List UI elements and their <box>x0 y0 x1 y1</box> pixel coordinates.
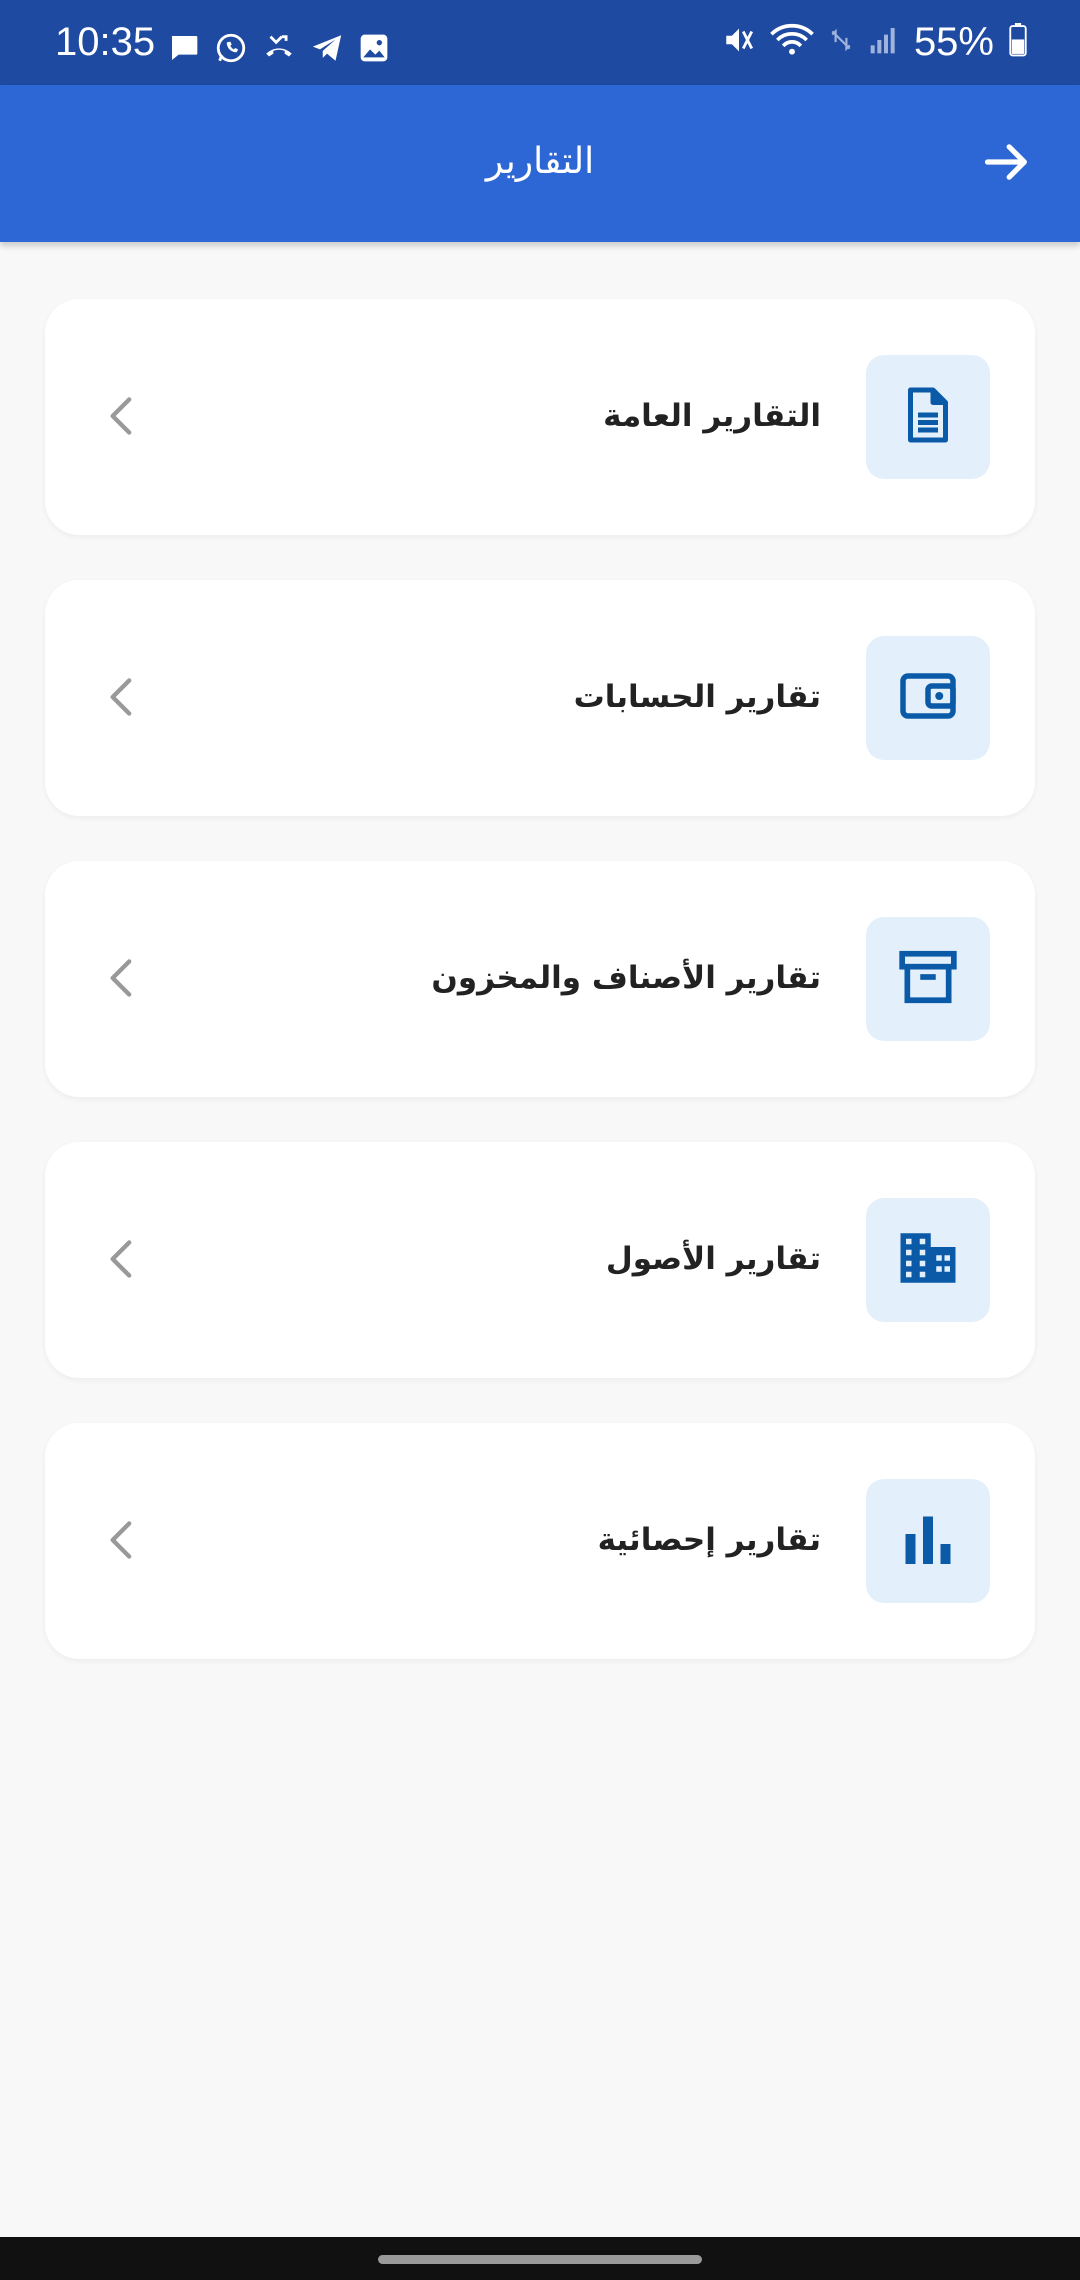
chevron-left-icon <box>95 1234 145 1284</box>
signal-icon <box>868 24 900 60</box>
menu-item-label: تقارير الحسابات <box>573 679 821 715</box>
notification-icons <box>168 30 390 70</box>
status-right: 55% <box>722 18 1028 66</box>
menu-item-icon-box <box>866 355 990 479</box>
gallery-icon <box>358 32 390 68</box>
whatsapp-icon <box>214 31 248 69</box>
menu-item-icon-box <box>866 636 990 760</box>
menu-item-label: تقارير الأصناف والمخزون <box>431 960 821 996</box>
message-icon <box>168 32 200 68</box>
telegram-icon <box>310 31 344 69</box>
wallet-icon <box>898 666 958 730</box>
menu-item-accounts-reports[interactable]: تقارير الحسابات <box>45 580 1035 816</box>
building-icon <box>895 1225 961 1295</box>
menu-item-general-reports[interactable]: التقارير العامة <box>45 299 1035 535</box>
chevron-left-icon <box>95 391 145 441</box>
missed-call-icon <box>262 31 296 69</box>
document-icon <box>898 385 958 449</box>
home-gesture-handle[interactable] <box>378 2255 702 2264</box>
bar-chart-icon <box>898 1509 958 1573</box>
archive-box-icon <box>897 946 959 1012</box>
menu-item-label: تقارير الأصول <box>605 1241 821 1277</box>
chevron-left-icon <box>95 672 145 722</box>
menu-item-icon-box <box>866 917 990 1041</box>
menu-item-icon-box <box>866 1198 990 1322</box>
chevron-left-icon <box>95 953 145 1003</box>
battery-percent: 55% <box>913 20 994 64</box>
mute-icon <box>722 23 756 61</box>
report-menu: التقارير العامة تقارير الحسابات تقارير ا… <box>45 299 1035 1704</box>
menu-item-label: التقارير العامة <box>603 398 821 434</box>
back-button[interactable] <box>972 129 1042 199</box>
menu-item-icon-box <box>866 1479 990 1603</box>
menu-item-assets-reports[interactable]: تقارير الأصول <box>45 1142 1035 1378</box>
battery-icon <box>1008 23 1028 61</box>
menu-item-label: تقارير إحصائية <box>597 1522 821 1558</box>
chevron-left-icon <box>95 1515 145 1565</box>
page-title: التقارير <box>485 141 595 182</box>
status-time: 10:35 <box>55 20 156 64</box>
data-off-icon <box>828 27 854 57</box>
app-bar: التقارير <box>0 85 1080 242</box>
menu-item-statistical-reports[interactable]: تقارير إحصائية <box>45 1423 1035 1659</box>
wifi-icon <box>770 22 814 62</box>
status-bar: 10:35 55% <box>0 0 1080 85</box>
menu-item-inventory-reports[interactable]: تقارير الأصناف والمخزون <box>45 861 1035 1097</box>
system-nav-bar <box>0 2237 1080 2280</box>
arrow-right-icon <box>981 136 1033 192</box>
